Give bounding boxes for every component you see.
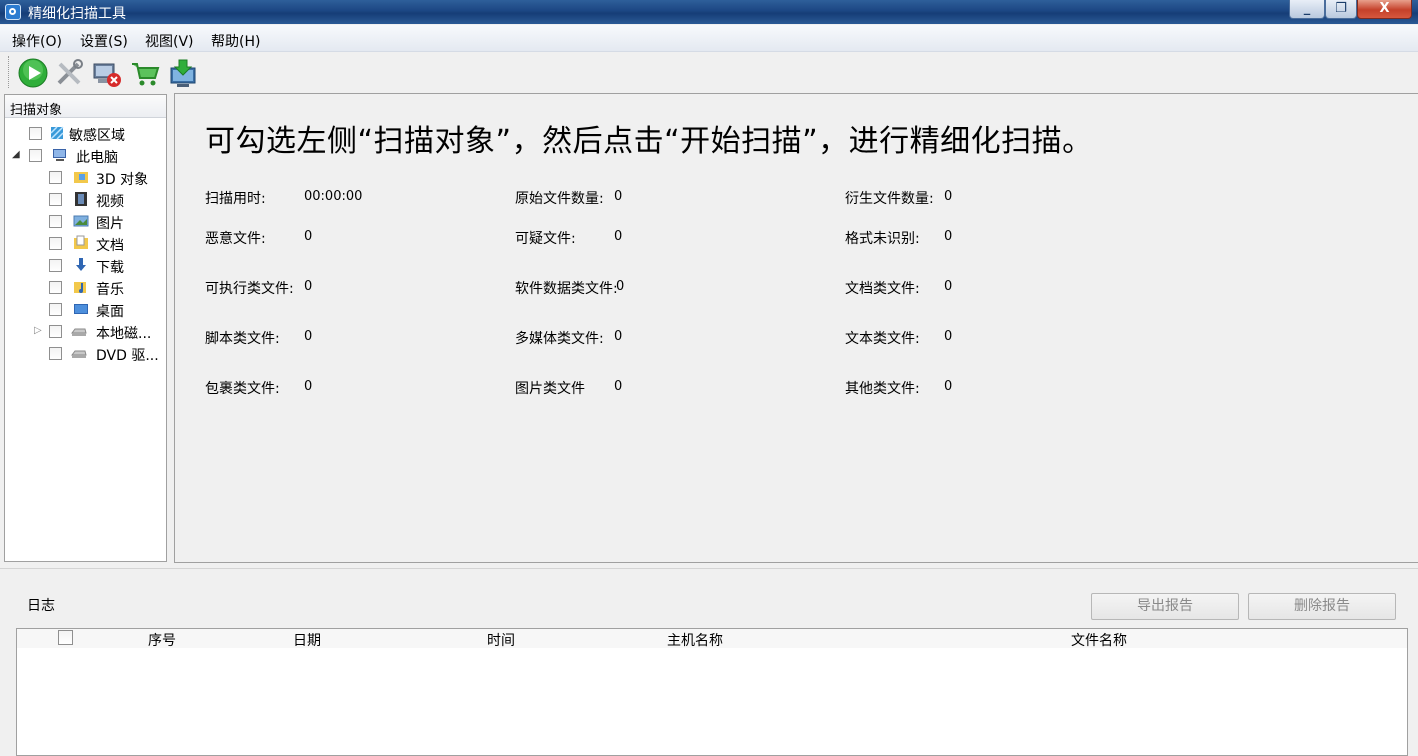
splitter[interactable] <box>0 568 1418 569</box>
3d-folder-icon <box>74 172 88 183</box>
tree-item-3d-objects[interactable]: 3D 对象 <box>96 169 148 189</box>
stat-value-text: 0 <box>944 329 953 344</box>
scan-info-panel <box>174 93 1418 563</box>
column-header-date[interactable]: 日期 <box>293 630 321 650</box>
stat-label-multimedia: 多媒体类文件: <box>515 331 604 347</box>
stat-value-other: 0 <box>944 379 953 394</box>
download-arrow-icon <box>76 258 86 271</box>
checkbox-documents[interactable] <box>49 237 62 250</box>
checkbox-music[interactable] <box>49 281 62 294</box>
restore-icon: ❐ <box>1335 1 1347 16</box>
checkbox-sensitive-area[interactable] <box>29 127 42 140</box>
stat-label-software-data: 软件数据类文件: <box>515 281 618 297</box>
app-icon <box>5 4 21 20</box>
tree-item-dvd-drive[interactable]: DVD 驱... <box>96 345 159 365</box>
stat-label-package: 包裹类文件: <box>205 381 280 397</box>
menu-operate[interactable]: 操作(O) <box>12 31 62 51</box>
tree-item-desktop[interactable]: 桌面 <box>96 301 124 321</box>
stat-value-unrecognized: 0 <box>944 229 953 244</box>
download-icon[interactable] <box>168 58 198 88</box>
delete-report-button[interactable]: 删除报告 <box>1248 593 1396 620</box>
export-report-button[interactable]: 导出报告 <box>1091 593 1239 620</box>
checkbox-desktop[interactable] <box>49 303 62 316</box>
menu-help[interactable]: 帮助(H) <box>211 31 260 51</box>
select-all-checkbox[interactable] <box>58 630 73 645</box>
tree-item-documents[interactable]: 文档 <box>96 235 124 255</box>
stat-value-image: 0 <box>614 379 623 394</box>
tree-item-videos[interactable]: 视频 <box>96 191 124 211</box>
stat-label-unrecognized: 格式未识别: <box>845 231 920 247</box>
column-header-hostname[interactable]: 主机名称 <box>667 630 723 650</box>
stat-label-other: 其他类文件: <box>845 381 920 397</box>
scan-target-header: 扫描对象 <box>5 95 166 118</box>
column-header-time[interactable]: 时间 <box>487 630 515 650</box>
checkbox-videos[interactable] <box>49 193 62 206</box>
toolbar <box>0 52 1418 90</box>
tree-item-sensitive-area[interactable]: 敏感区域 <box>69 125 125 145</box>
stat-value-multimedia: 0 <box>614 329 623 344</box>
stat-value-software-data: 0 <box>616 279 625 294</box>
stat-value-malicious: 0 <box>304 229 313 244</box>
picture-icon <box>73 215 89 227</box>
stat-value-derived-files: 0 <box>944 189 953 204</box>
stat-value-package: 0 <box>304 379 313 394</box>
stat-label-document: 文档类文件: <box>845 281 920 297</box>
stat-value-document: 0 <box>944 279 953 294</box>
close-button[interactable]: X <box>1357 0 1412 19</box>
collapse-arrow-icon[interactable]: ◢ <box>12 149 20 160</box>
close-icon: X <box>1379 1 1390 16</box>
toolbar-grip <box>8 56 11 88</box>
checkbox-this-pc[interactable] <box>29 149 42 162</box>
scan-instructions: 可勾选左侧“扫描对象”，然后点击“开始扫描”，进行精细化扫描。 <box>205 124 1093 159</box>
tree-item-this-pc[interactable]: 此电脑 <box>76 147 118 167</box>
checkbox-pictures[interactable] <box>49 215 62 228</box>
column-header-index[interactable]: 序号 <box>148 630 176 650</box>
title-bar <box>0 0 1418 24</box>
tree-item-music[interactable]: 音乐 <box>96 279 124 299</box>
video-icon <box>75 192 87 206</box>
computer-icon <box>53 149 66 161</box>
stat-label-derived-files: 衍生文件数量: <box>845 191 934 207</box>
stat-label-script: 脚本类文件: <box>205 331 280 347</box>
stat-value-script: 0 <box>304 329 313 344</box>
dvd-icon <box>71 350 87 358</box>
remove-computer-icon[interactable] <box>92 58 122 88</box>
minimize-button[interactable]: _ <box>1289 0 1325 19</box>
stat-label-image: 图片类文件 <box>515 381 585 397</box>
stat-label-original-files: 原始文件数量: <box>515 191 604 207</box>
stat-label-suspicious: 可疑文件: <box>515 231 576 247</box>
window-title: 精细化扫描工具 <box>28 6 126 22</box>
cart-icon[interactable] <box>130 58 160 88</box>
checkbox-local-disk[interactable] <box>49 325 62 338</box>
checkbox-3d-objects[interactable] <box>49 171 62 184</box>
log-title: 日志 <box>27 598 55 614</box>
desktop-icon <box>74 304 88 314</box>
stat-value-original-files: 0 <box>614 189 623 204</box>
maximize-button[interactable]: ❐ <box>1325 0 1357 19</box>
menu-view[interactable]: 视图(V) <box>145 31 194 51</box>
play-icon[interactable] <box>18 58 48 88</box>
disk-icon <box>71 328 87 336</box>
checkbox-dvd-drive[interactable] <box>49 347 62 360</box>
tree-item-downloads[interactable]: 下载 <box>96 257 124 277</box>
stat-label-malicious: 恶意文件: <box>205 231 266 247</box>
stat-value-executable: 0 <box>304 279 313 294</box>
tree-item-pictures[interactable]: 图片 <box>96 213 124 233</box>
stat-value-scan-time: 00:00:00 <box>304 189 363 204</box>
menu-settings[interactable]: 设置(S) <box>80 31 128 51</box>
expand-arrow-icon[interactable]: ▷ <box>34 325 42 336</box>
checkbox-downloads[interactable] <box>49 259 62 272</box>
document-icon <box>74 235 88 249</box>
music-icon <box>74 282 86 293</box>
stat-label-scan-time: 扫描用时: <box>205 191 266 207</box>
minimize-icon: _ <box>1303 1 1311 16</box>
column-header-filename[interactable]: 文件名称 <box>1071 630 1127 650</box>
stat-label-executable: 可执行类文件: <box>205 281 294 297</box>
tools-icon[interactable] <box>54 58 84 88</box>
stat-label-text: 文本类文件: <box>845 331 920 347</box>
stat-value-suspicious: 0 <box>614 229 623 244</box>
sensitive-area-icon <box>50 126 64 140</box>
tree-item-local-disk[interactable]: 本地磁... <box>96 323 151 343</box>
